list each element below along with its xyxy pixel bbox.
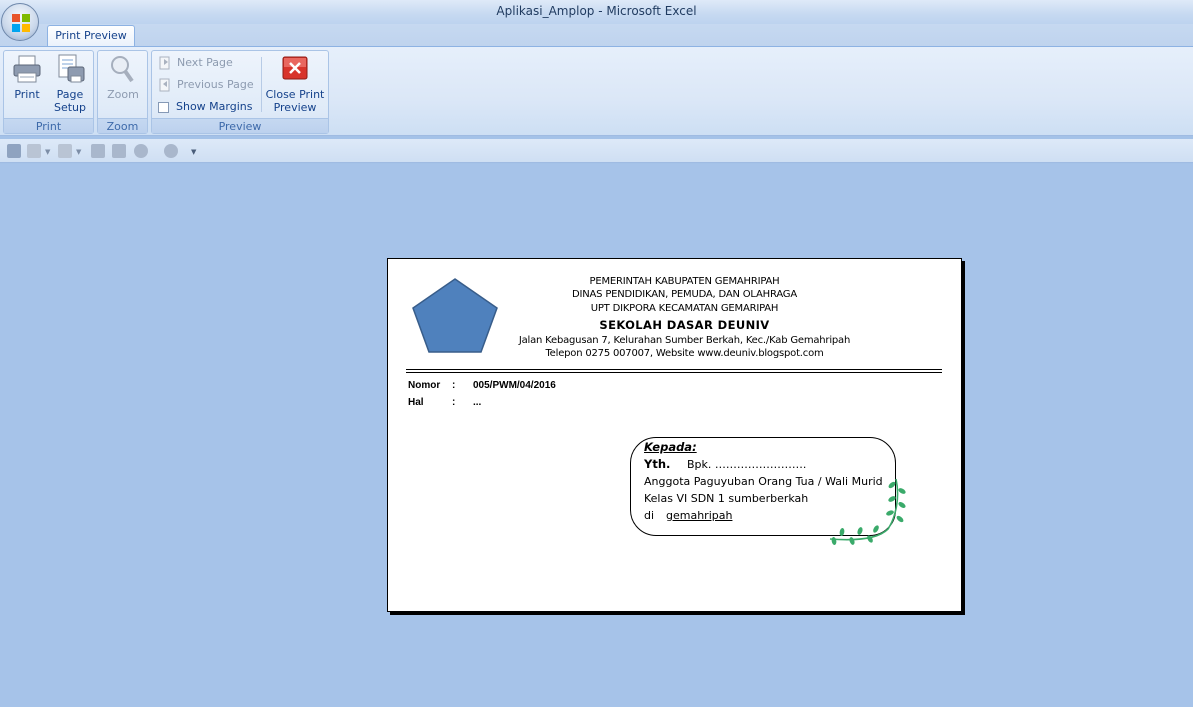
print-group-label: Print: [4, 118, 93, 133]
kepada-label: Kepada:: [644, 440, 697, 454]
nomor-value: 005/PWM/04/2016: [473, 380, 556, 391]
bpk-line: Bpk. …………………….: [687, 458, 807, 471]
nomor-separator: :: [452, 380, 456, 391]
header-rule-bottom: [406, 372, 942, 373]
save-icon[interactable]: [7, 144, 21, 158]
ribbon: Print Page Setup Print Zoom Zoom Next Pa…: [0, 46, 1193, 136]
window-title: Aplikasi_Amplop - Microsoft Excel: [496, 4, 697, 18]
copy-icon[interactable]: [112, 144, 126, 158]
print-label: Print: [14, 88, 40, 101]
page-setup-button[interactable]: Page Setup: [50, 53, 90, 114]
macro-icon[interactable]: [164, 144, 178, 158]
page-setup-label-1: Page: [56, 88, 84, 101]
title-bar: Aplikasi_Amplop - Microsoft Excel: [0, 0, 1193, 24]
next-page-icon: [158, 56, 172, 70]
preview-group-label: Preview: [152, 118, 328, 133]
school-address: Jalan Kebagusan 7, Kelurahan Sumber Berk…: [518, 335, 851, 346]
previous-page-icon: [158, 78, 172, 92]
hal-separator: :: [452, 397, 456, 408]
show-margins-check-box[interactable]: [158, 101, 169, 113]
previous-page-button[interactable]: Previous Page: [158, 75, 254, 95]
group-separator: [261, 57, 262, 112]
hal-label: Hal: [408, 397, 424, 408]
school-name: SEKOLAH DASAR DEUNIV: [599, 318, 770, 332]
recipient-line-2: Kelas VI SDN 1 sumberberkah: [644, 492, 809, 505]
redo-icon[interactable]: [58, 144, 72, 158]
school-contact: Telepon 0275 007007, Website www.deuniv.…: [545, 348, 824, 359]
print-group: Print Page Setup Print: [3, 50, 94, 134]
print-button[interactable]: Print: [8, 53, 46, 101]
magnifier-icon: [107, 53, 139, 85]
zoom-group-label: Zoom: [98, 118, 147, 133]
zoom-group: Zoom Zoom: [97, 50, 148, 134]
circle-icon[interactable]: [134, 144, 148, 158]
previous-page-label: Previous Page: [177, 78, 254, 91]
show-margins-label: Show Margins: [176, 100, 253, 113]
next-page-label: Next Page: [177, 56, 233, 69]
zoom-button[interactable]: Zoom: [102, 53, 144, 101]
close-label-2: Preview: [273, 101, 317, 114]
header-rule-top: [406, 369, 942, 370]
undo-icon[interactable]: [27, 144, 41, 158]
vine-ornament-icon: [829, 478, 906, 545]
close-print-preview-button[interactable]: Close Print Preview: [264, 53, 326, 114]
next-page-button[interactable]: Next Page: [158, 53, 233, 73]
hal-value: ...: [473, 397, 482, 408]
pentagon-logo-icon: [412, 278, 498, 353]
place-name: gemahripah: [666, 509, 733, 522]
close-label-1: Close Print: [265, 88, 325, 101]
page-setup-icon: [54, 53, 86, 85]
close-red-x-icon: [279, 53, 311, 85]
zoom-label: Zoom: [107, 88, 139, 101]
header-line-3: UPT DIKPORA KECAMATAN GEMARIPAH: [590, 303, 779, 314]
ribbon-tab-strip: Print Preview: [0, 24, 1193, 47]
customize-toolbar-icon[interactable]: ▼: [191, 148, 196, 156]
office-logo-icon: [12, 14, 30, 32]
quick-access-toolbar: ▼ ▼ ▼: [0, 139, 1193, 163]
header-line-2: DINAS PENDIDIKAN, PEMUDA, DAN OLAHRAGA: [572, 289, 797, 300]
preview-group: Next Page Previous Page Show Margins Clo…: [151, 50, 329, 134]
yth-label: Yth.: [644, 457, 671, 471]
office-button[interactable]: [1, 3, 39, 41]
show-margins-checkbox[interactable]: Show Margins: [158, 97, 252, 117]
undo-dropdown-icon[interactable]: ▼: [45, 148, 50, 156]
envelope-page: PEMERINTAH KABUPATEN GEMAHRIPAH DINAS PE…: [387, 258, 962, 612]
tab-print-preview[interactable]: Print Preview: [47, 25, 135, 47]
page-setup-label-2: Setup: [53, 101, 87, 114]
print-preview-icon[interactable]: [91, 144, 105, 158]
di-label: di: [644, 509, 655, 522]
printer-icon: [11, 53, 43, 85]
nomor-label: Nomor: [408, 380, 441, 391]
redo-dropdown-icon[interactable]: ▼: [76, 148, 81, 156]
header-line-1: PEMERINTAH KABUPATEN GEMAHRIPAH: [589, 276, 780, 287]
